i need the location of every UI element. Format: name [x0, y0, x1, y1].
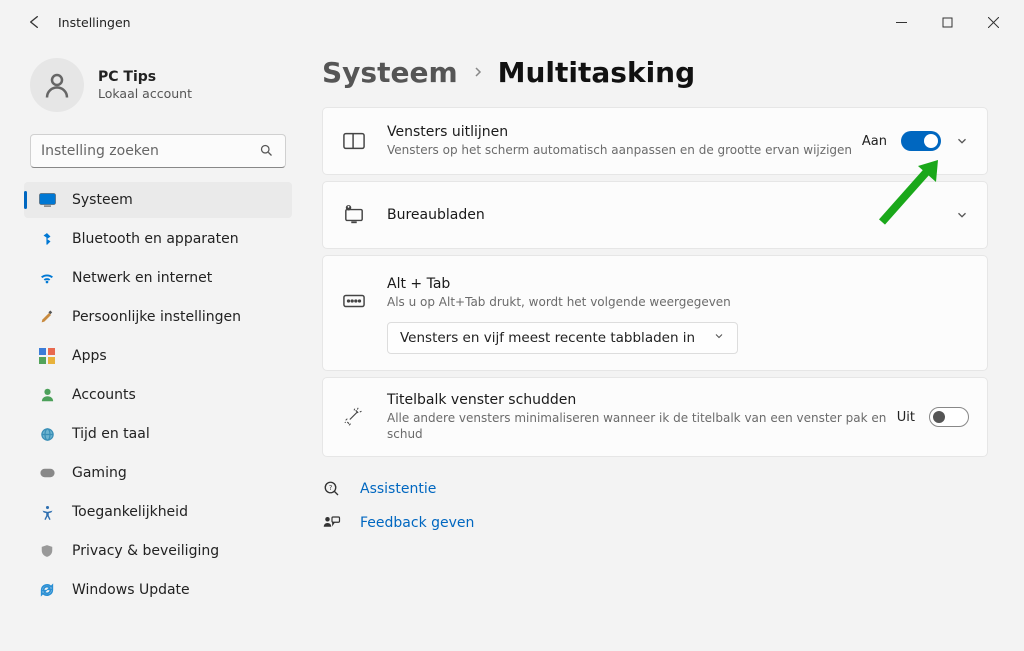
nav-label: Privacy & beveiliging — [72, 543, 219, 559]
toggle-state-label: Uit — [897, 410, 915, 425]
nav-bluetooth[interactable]: Bluetooth en apparaten — [24, 221, 292, 257]
back-button[interactable] — [24, 12, 44, 32]
close-button[interactable] — [970, 6, 1016, 38]
svg-text:?: ? — [329, 484, 333, 492]
nav-label: Gaming — [72, 465, 127, 481]
help-icon: ? — [322, 479, 342, 499]
link-label: Assistentie — [360, 481, 436, 497]
window-title: Instellingen — [58, 15, 131, 30]
search-input[interactable] — [41, 143, 253, 159]
nav-label: Bluetooth en apparaten — [72, 231, 239, 247]
minimize-button[interactable] — [878, 6, 924, 38]
help-links: ? Assistentie Feedback geven — [322, 479, 988, 533]
nav-personalization[interactable]: Persoonlijke instellingen — [24, 299, 292, 335]
card-subtitle: Vensters op het scherm automatisch aanpa… — [387, 142, 862, 158]
nav-system[interactable]: Systeem — [24, 182, 292, 218]
card-title: Titelbalk venster schudden — [387, 392, 897, 408]
monitor-icon — [38, 191, 56, 209]
gamepad-icon — [38, 464, 56, 482]
shake-icon — [341, 407, 367, 427]
account-name: PC Tips — [98, 69, 192, 85]
card-title: Alt + Tab — [387, 276, 969, 292]
bluetooth-icon — [38, 230, 56, 248]
nav-accessibility[interactable]: Toegankelijkheid — [24, 494, 292, 530]
nav-label: Toegankelijkheid — [72, 504, 188, 520]
breadcrumb: Systeem Multitasking — [322, 56, 988, 89]
shake-toggle[interactable] — [929, 407, 969, 427]
maximize-button[interactable] — [924, 6, 970, 38]
account-section[interactable]: PC Tips Lokaal account — [24, 48, 292, 134]
nav-label: Tijd en taal — [72, 426, 150, 442]
nav-network[interactable]: Netwerk en internet — [24, 260, 292, 296]
nav-label: Accounts — [72, 387, 136, 403]
help-link[interactable]: ? Assistentie — [322, 479, 988, 499]
nav-apps[interactable]: Apps — [24, 338, 292, 374]
feedback-icon — [322, 513, 342, 533]
avatar — [30, 58, 84, 112]
alt-tab-dropdown[interactable]: Vensters en vijf meest recente tabbladen… — [387, 322, 738, 354]
breadcrumb-parent[interactable]: Systeem — [322, 56, 458, 89]
shield-icon — [38, 542, 56, 560]
chevron-down-icon — [713, 330, 725, 346]
person-icon — [38, 386, 56, 404]
wifi-icon — [38, 269, 56, 287]
card-title-bar-shake: Titelbalk venster schudden Alle andere v… — [322, 377, 988, 457]
nav-accounts[interactable]: Accounts — [24, 377, 292, 413]
nav-gaming[interactable]: Gaming — [24, 455, 292, 491]
card-title: Bureaubladen — [387, 207, 941, 223]
nav-time-language[interactable]: Tijd en taal — [24, 416, 292, 452]
expand-chevron[interactable] — [955, 134, 969, 148]
brush-icon — [38, 308, 56, 326]
snap-windows-toggle[interactable] — [901, 131, 941, 151]
chevron-right-icon — [472, 62, 484, 83]
card-subtitle: Alle andere vensters minimaliseren wanne… — [387, 410, 897, 442]
card-desktops[interactable]: Bureaubladen — [322, 181, 988, 249]
search-box[interactable] — [30, 134, 286, 168]
breadcrumb-current: Multitasking — [498, 56, 696, 89]
globe-icon — [38, 425, 56, 443]
nav-label: Systeem — [72, 192, 133, 208]
nav-label: Netwerk en internet — [72, 270, 212, 286]
expand-chevron[interactable] — [955, 208, 969, 222]
nav-label: Persoonlijke instellingen — [72, 309, 241, 325]
dropdown-value: Vensters en vijf meest recente tabbladen… — [400, 330, 695, 346]
alt-tab-icon — [341, 294, 367, 308]
accessibility-icon — [38, 503, 56, 521]
nav-privacy[interactable]: Privacy & beveiliging — [24, 533, 292, 569]
apps-icon — [38, 347, 56, 365]
titlebar: Instellingen — [0, 0, 1024, 44]
card-title: Vensters uitlijnen — [387, 124, 862, 140]
card-subtitle: Als u op Alt+Tab drukt, wordt het volgen… — [387, 294, 969, 310]
card-snap-windows[interactable]: Vensters uitlijnen Vensters op het scher… — [322, 107, 988, 175]
nav-label: Apps — [72, 348, 107, 364]
main-content: Systeem Multitasking Vensters uitlijnen … — [300, 44, 1016, 612]
nav-windows-update[interactable]: Windows Update — [24, 572, 292, 608]
nav-label: Windows Update — [72, 582, 190, 598]
link-label: Feedback geven — [360, 515, 474, 531]
nav-list: Systeem Bluetooth en apparaten Netwerk e… — [24, 182, 292, 608]
card-alt-tab: Alt + Tab Als u op Alt+Tab drukt, wordt … — [322, 255, 988, 371]
search-icon — [259, 143, 275, 159]
desktops-icon — [341, 205, 367, 225]
snap-layout-icon — [341, 132, 367, 150]
sidebar: PC Tips Lokaal account Systeem Bluetoo — [16, 44, 300, 612]
toggle-state-label: Aan — [862, 134, 887, 149]
update-icon — [38, 581, 56, 599]
feedback-link[interactable]: Feedback geven — [322, 513, 988, 533]
account-subtitle: Lokaal account — [98, 86, 192, 101]
